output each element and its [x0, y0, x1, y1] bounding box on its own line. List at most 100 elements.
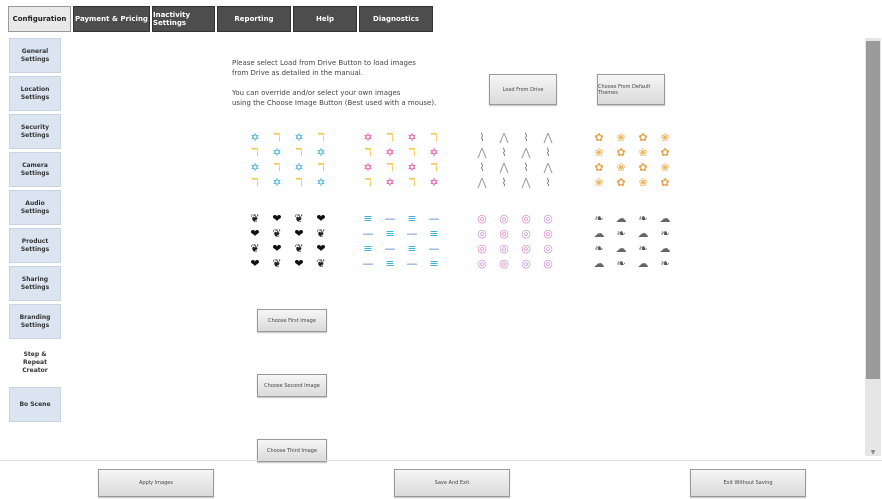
pattern-tile-icon: ℸ: [251, 146, 259, 159]
pattern-tile-icon: ⌇: [545, 146, 551, 159]
pattern-tile-icon: ❤: [316, 242, 326, 255]
footer-divider: [0, 460, 882, 461]
pattern-tile-icon: ℸ: [386, 161, 394, 174]
pattern-tile-icon: ⌇: [523, 131, 529, 144]
pattern-tile-icon: ℸ: [386, 131, 394, 144]
pattern-tile-icon: —: [384, 212, 396, 225]
pattern-tile-icon: —: [428, 212, 440, 225]
pattern-grid-8[interactable]: ❧ ☁ ❧ ☁ ☁ ❧ ☁ ❧ ❧ ☁ ❧ ☁ ☁ ❧ ☁ ❧: [588, 211, 676, 271]
pattern-tile-icon: ❀: [660, 161, 670, 174]
pattern-tile-icon: ❤: [272, 242, 282, 255]
pattern-tile-icon: ✿: [660, 176, 670, 189]
pattern-tile-icon: —: [362, 227, 374, 240]
pattern-tile-icon: ❦: [250, 212, 260, 225]
pattern-tile-icon: ❀: [616, 161, 626, 174]
pattern-tile-icon: ❦: [294, 212, 304, 225]
pattern-tile-icon: ◎: [477, 227, 487, 240]
pattern-tile-icon: ✡: [272, 176, 282, 189]
pattern-tile-icon: ◎: [477, 257, 487, 270]
pattern-tile-icon: ❤: [316, 212, 326, 225]
pattern-tile-icon: ◎: [521, 212, 531, 225]
pattern-tile-icon: ✡: [272, 146, 282, 159]
scroll-down-arrow-icon[interactable]: ▼: [865, 448, 881, 456]
pattern-tile-icon: ℸ: [295, 176, 303, 189]
sidebar-item-step-repeat-creator[interactable]: Step & Repeat Creator: [9, 342, 61, 384]
pattern-tile-icon: ✡: [250, 131, 260, 144]
pattern-tile-icon: ✿: [594, 131, 604, 144]
tab-reporting[interactable]: Reporting: [217, 6, 291, 32]
tab-help[interactable]: Help: [293, 6, 357, 32]
pattern-tile-icon: ✿: [616, 146, 626, 159]
exit-without-saving-button[interactable]: Exit Without Saving: [690, 469, 806, 497]
sidebar-item-branding-settings[interactable]: Branding Settings: [9, 304, 61, 339]
pattern-tile-icon: ≡: [407, 242, 417, 255]
pattern-tile-icon: ☁: [637, 227, 649, 240]
pattern-tile-icon: —: [362, 257, 374, 270]
pattern-tile-icon: ☁: [593, 257, 605, 270]
pattern-tile-icon: ✡: [363, 131, 373, 144]
sidebar: General Settings Location Settings Secur…: [9, 38, 61, 425]
pattern-tile-icon: ◎: [521, 257, 531, 270]
pattern-grid-3[interactable]: ⌇ ⋀ ⌇ ⋀ ⋀ ⌇ ⋀ ⌇ ⌇ ⋀ ⌇ ⋀ ⋀ ⌇ ⋀ ⌇: [471, 130, 559, 190]
pattern-tile-icon: ⋀: [543, 131, 553, 144]
tab-payment-pricing[interactable]: Payment & Pricing: [73, 6, 150, 32]
pattern-tile-icon: ❤: [272, 212, 282, 225]
pattern-tile-icon: ℸ: [295, 146, 303, 159]
choose-default-themes-button[interactable]: Choose From Default Themes: [597, 74, 665, 105]
sidebar-item-location-settings[interactable]: Location Settings: [9, 76, 61, 111]
pattern-tile-icon: ⋀: [477, 146, 487, 159]
sidebar-item-audio-settings[interactable]: Audio Settings: [9, 190, 61, 225]
pattern-tile-icon: —: [428, 242, 440, 255]
pattern-grid-5[interactable]: ❦ ❤ ❦ ❤ ❤ ❦ ❤ ❦ ❦ ❤ ❦ ❤ ❤ ❦ ❤ ❦: [244, 211, 332, 271]
pattern-grid-4[interactable]: ✿ ❀ ✿ ❀ ❀ ✿ ❀ ✿ ✿ ❀ ✿ ❀ ❀ ✿ ❀ ✿: [588, 130, 676, 190]
sidebar-item-product-settings[interactable]: Product Settings: [9, 228, 61, 263]
instruction-choose-image: You can override and/or select your own …: [232, 89, 437, 108]
pattern-grid-7[interactable]: ◎ ◎ ◎ ◎ ◎ ◎ ◎ ◎ ◎ ◎ ◎ ◎ ◎ ◎ ◎ ◎: [471, 211, 559, 271]
pattern-tile-icon: ℸ: [317, 131, 325, 144]
choose-first-image-button[interactable]: Choose First Image: [257, 309, 327, 332]
pattern-grid-2[interactable]: ✡ ℸ ✡ ℸ ℸ ✡ ℸ ✡ ✡ ℸ ✡ ℸ ℸ ✡ ℸ ✡: [357, 130, 445, 190]
pattern-tile-icon: ◎: [521, 227, 531, 240]
tab-diagnostics[interactable]: Diagnostics: [359, 6, 433, 32]
pattern-tile-icon: ❀: [616, 131, 626, 144]
instruction-load-from-drive: Please select Load from Drive Button to …: [232, 59, 416, 78]
pattern-tile-icon: ✡: [250, 161, 260, 174]
pattern-tile-icon: ❤: [250, 227, 260, 240]
pattern-tile-icon: ❀: [594, 176, 604, 189]
pattern-tile-icon: ☁: [659, 212, 671, 225]
load-from-drive-button[interactable]: Load From Drive: [489, 74, 557, 105]
pattern-tile-icon: —: [406, 227, 418, 240]
pattern-tile-icon: ◎: [477, 242, 487, 255]
pattern-tile-icon: ✡: [429, 146, 439, 159]
tab-inactivity-settings[interactable]: Inactivity Settings: [152, 6, 215, 32]
pattern-grid-6[interactable]: ≡ — ≡ — — ≡ — ≡ ≡ — ≡ — — ≡ — ≡: [357, 211, 445, 271]
choose-second-image-button[interactable]: Choose Second Image: [257, 374, 327, 397]
pattern-tile-icon: ⌇: [501, 146, 507, 159]
pattern-tile-icon: ❀: [638, 176, 648, 189]
pattern-grid-1[interactable]: ✡ ℸ ✡ ℸ ℸ ✡ ℸ ✡ ✡ ℸ ✡ ℸ ℸ ✡ ℸ ✡: [244, 130, 332, 190]
pattern-tile-icon: ℸ: [364, 176, 372, 189]
sidebar-item-camera-settings[interactable]: Camera Settings: [9, 152, 61, 187]
pattern-tile-icon: ☁: [637, 257, 649, 270]
pattern-tile-icon: ❦: [316, 257, 326, 270]
choose-third-image-button[interactable]: Choose Third Image: [257, 439, 327, 462]
sidebar-item-sharing-settings[interactable]: Sharing Settings: [9, 266, 61, 301]
tab-configuration[interactable]: Configuration: [8, 6, 71, 32]
sidebar-item-bo-scene[interactable]: Bo Scene: [9, 387, 61, 422]
pattern-tile-icon: ⌇: [501, 176, 507, 189]
sidebar-item-general-settings[interactable]: General Settings: [9, 38, 61, 73]
pattern-tile-icon: ❦: [316, 227, 326, 240]
pattern-tile-icon: ≡: [363, 212, 373, 225]
pattern-tile-icon: ❦: [272, 227, 282, 240]
pattern-tile-icon: ⋀: [499, 131, 509, 144]
pattern-tile-icon: ✿: [616, 176, 626, 189]
vertical-scrollbar[interactable]: ▼: [865, 38, 881, 456]
pattern-tile-icon: ≡: [385, 257, 395, 270]
pattern-tile-icon: ✡: [316, 146, 326, 159]
scrollbar-thumb[interactable]: [866, 41, 880, 379]
pattern-tile-icon: ❧: [594, 212, 604, 225]
apply-images-button[interactable]: Apply Images: [98, 469, 214, 497]
pattern-tile-icon: ✿: [638, 161, 648, 174]
sidebar-item-security-settings[interactable]: Security Settings: [9, 114, 61, 149]
save-and-exit-button[interactable]: Save And Exit: [394, 469, 510, 497]
